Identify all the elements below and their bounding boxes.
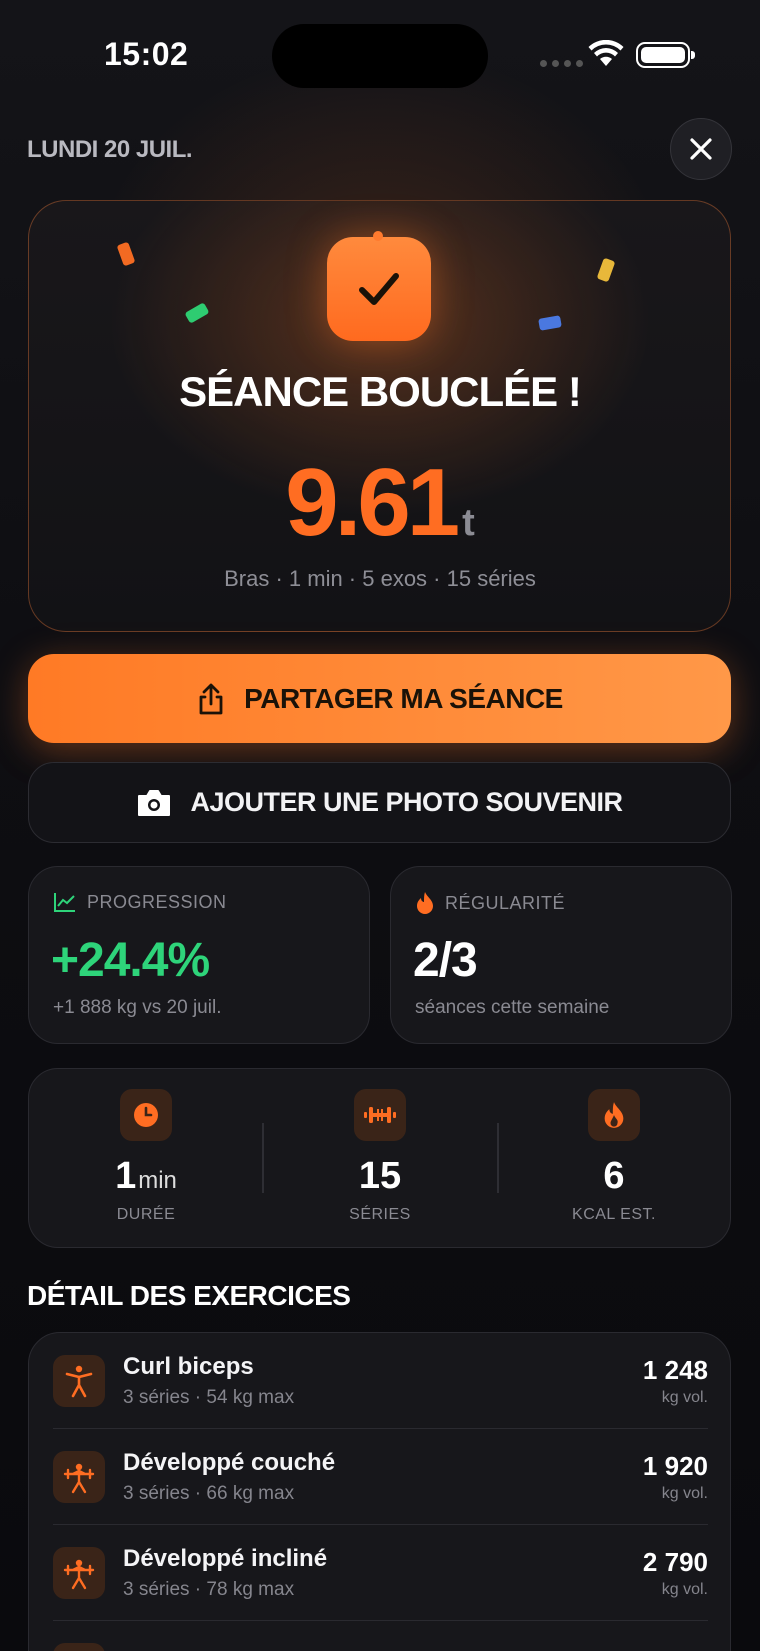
regularity-value: 2/3 <box>413 934 478 987</box>
share-icon <box>199 683 223 714</box>
flame-icon <box>417 892 433 914</box>
check-badge-icon <box>327 231 431 341</box>
exercise-volume-unit: kg vol. <box>661 1581 708 1598</box>
person-stretch-icon <box>53 1355 105 1407</box>
exercise-meta: 3 séries · 54 kg max <box>123 1387 295 1408</box>
metric-duration-label: DURÉE <box>116 1206 176 1223</box>
battery-icon <box>636 42 695 68</box>
exercise-name: Curl biceps <box>123 1353 254 1380</box>
add-photo-label: AJOUTER UNE PHOTO SOUVENIR <box>190 787 623 817</box>
close-button[interactable] <box>670 118 732 180</box>
metric-kcal-value: 6 <box>603 1155 625 1197</box>
metric-sets: 15 SÉRIES <box>263 1089 497 1224</box>
regularity-card: RÉGULARITÉ 2/3 séances cette semaine <box>390 866 732 1044</box>
exercise-name: Développé incliné <box>123 1545 328 1572</box>
dynamic-island <box>272 24 488 88</box>
list-item[interactable] <box>53 1621 708 1651</box>
exercise-name: Développé couché <box>123 1449 336 1476</box>
metric-duration-unit: min <box>138 1167 177 1194</box>
progression-card: PROGRESSION +24.4% +1 888 kg vs 20 juil. <box>28 866 370 1044</box>
list-item[interactable]: Développé incliné 3 séries · 78 kg max 2… <box>53 1525 708 1621</box>
signal-icon <box>540 60 583 67</box>
session-complete-title: SÉANCE BOUCLÉE ! <box>179 368 582 415</box>
exercise-meta: 3 séries · 78 kg max <box>123 1579 295 1600</box>
exercise-volume: 1 248 <box>642 1355 708 1385</box>
exercise-volume-unit: kg vol. <box>661 1485 708 1502</box>
share-session-button[interactable]: PARTAGER MA SÉANCE <box>28 654 731 743</box>
metric-kcal-label: KCAL EST. <box>572 1206 656 1223</box>
metric-duration: 1min DURÉE <box>29 1089 263 1224</box>
add-photo-button[interactable]: AJOUTER UNE PHOTO SOUVENIR <box>28 762 731 843</box>
exercise-volume-unit: kg vol. <box>661 1389 708 1406</box>
exercise-volume: 2 790 <box>642 1547 708 1577</box>
total-volume-value: 9.61 <box>285 449 460 556</box>
exercise-meta: 3 séries · 66 kg max <box>123 1483 295 1504</box>
camera-icon <box>138 789 171 816</box>
metric-kcal: 6 KCAL EST. <box>497 1089 731 1224</box>
progression-detail: +1 888 kg vs 20 juil. <box>53 997 222 1018</box>
list-item[interactable]: Curl biceps 3 séries · 54 kg max 1 248 k… <box>53 1333 708 1429</box>
list-item[interactable]: Développé couché 3 séries · 66 kg max 1 … <box>53 1429 708 1525</box>
total-volume: 9.61 t <box>0 448 760 558</box>
flame-icon <box>588 1089 640 1141</box>
wifi-icon <box>588 39 624 73</box>
clock-icon <box>120 1089 172 1141</box>
metric-sets-value: 15 <box>358 1155 402 1197</box>
session-date: LUNDI 20 JUIL. <box>27 136 193 163</box>
regularity-detail: séances cette semaine <box>415 997 610 1018</box>
share-session-label: PARTAGER MA SÉANCE <box>244 682 563 714</box>
status-time: 15:02 <box>104 36 189 72</box>
progression-value: +24.4% <box>51 934 210 987</box>
total-volume-unit: t <box>462 502 475 544</box>
trend-up-icon <box>54 893 75 912</box>
exercises-list: Curl biceps 3 séries · 54 kg max 1 248 k… <box>28 1332 731 1651</box>
exercise-volume: 1 920 <box>642 1451 708 1481</box>
weightlifter-icon <box>53 1547 105 1599</box>
exercises-section-title: DÉTAIL DES EXERCICES <box>27 1280 351 1311</box>
metric-duration-value: 1 <box>115 1155 137 1197</box>
exercise-icon <box>53 1643 105 1651</box>
close-icon <box>690 138 712 160</box>
progression-title: PROGRESSION <box>87 891 227 912</box>
session-subtitle: Bras · 1 min · 5 exos · 15 séries <box>224 566 536 591</box>
metric-sets-label: SÉRIES <box>349 1206 411 1223</box>
weightlifter-icon <box>53 1451 105 1503</box>
regularity-title: RÉGULARITÉ <box>445 892 566 913</box>
session-metrics-card: 1min DURÉE 15 SÉRIES 6 KCAL EST. <box>28 1068 731 1248</box>
dumbbell-icon <box>354 1089 406 1141</box>
